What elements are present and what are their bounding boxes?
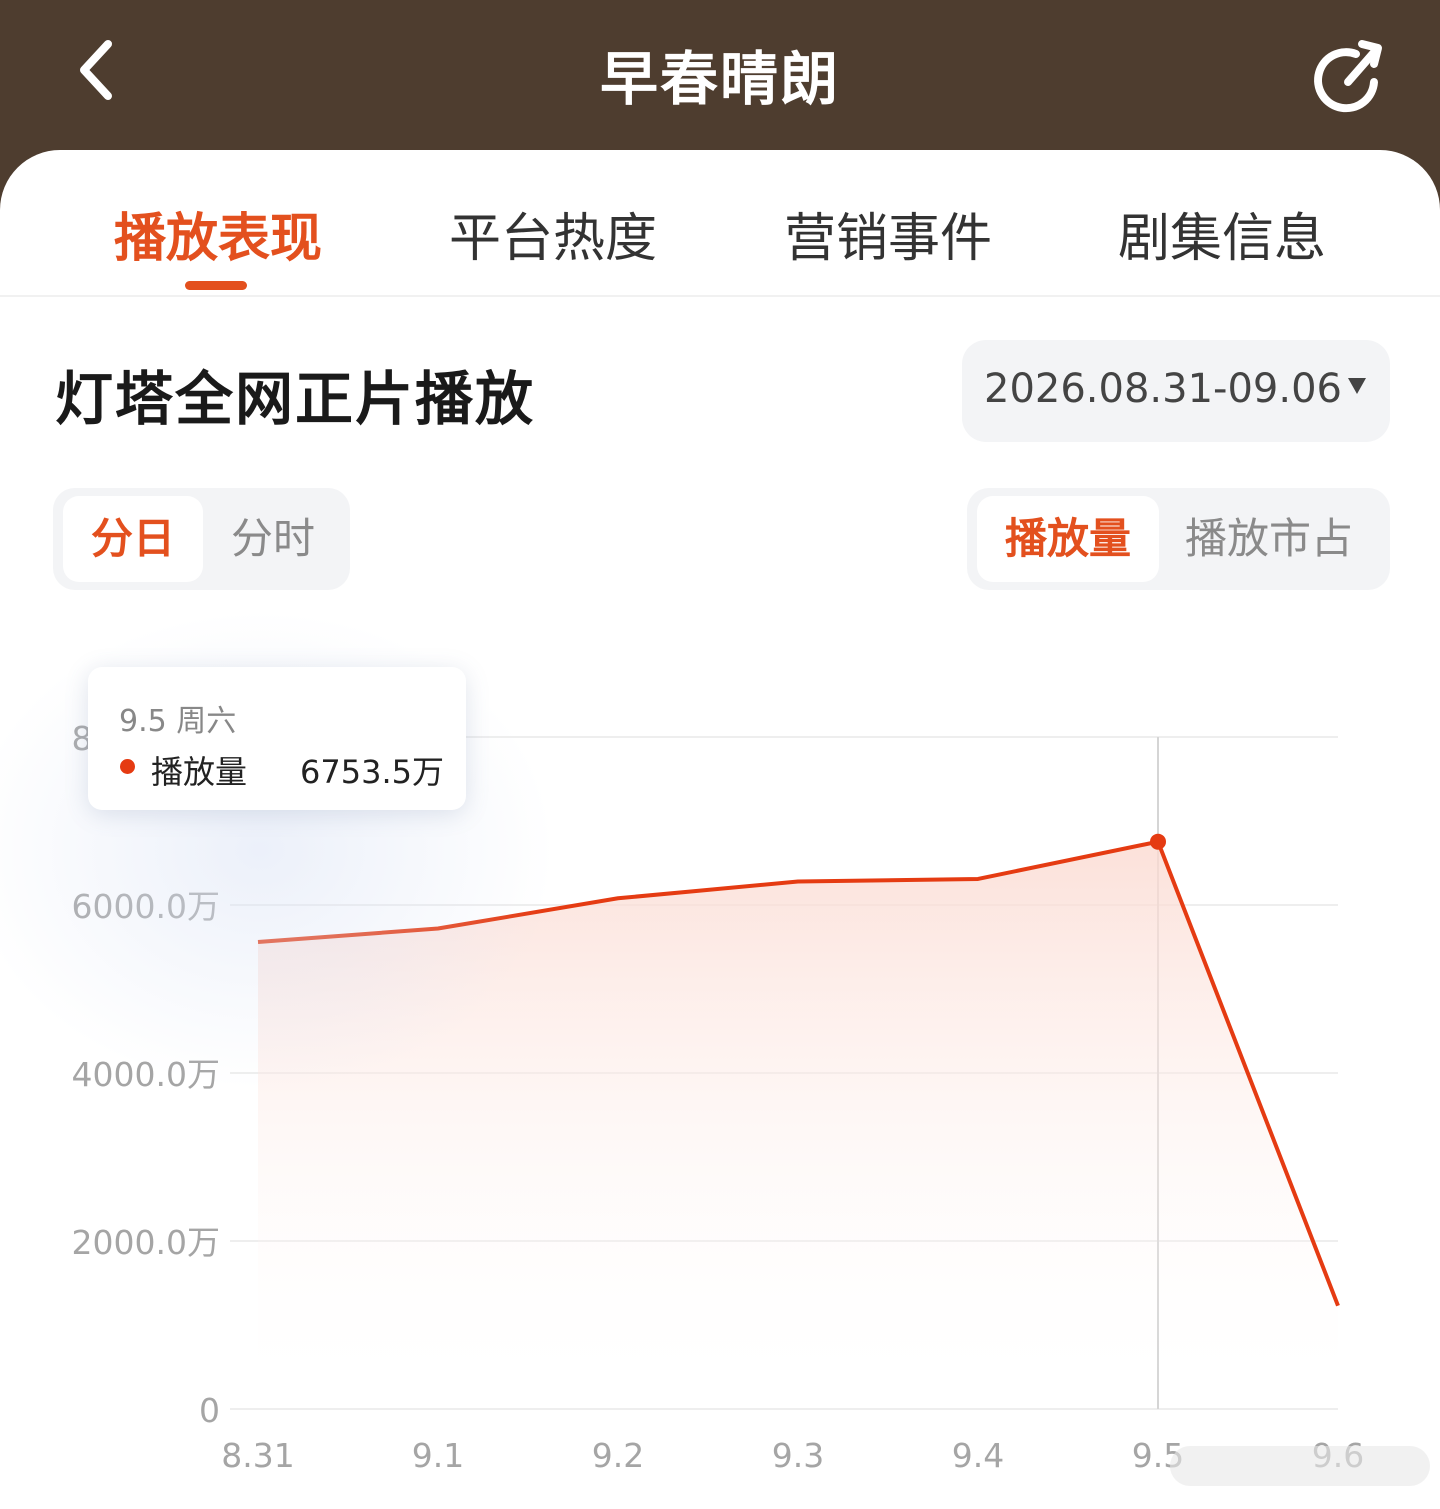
content-card: 播放表现 平台热度 营销事件 剧集信息 灯塔全网正片播放 2026.08.31-… (0, 150, 1440, 1509)
top-bar: 早春晴朗 (0, 0, 1440, 150)
tooltip-date: 9.5 周六 (119, 704, 237, 739)
x-tick-label: 9.3 (772, 1436, 824, 1475)
refresh-icon (1314, 40, 1382, 113)
data-point (1150, 833, 1166, 850)
y-tick-label: 0 (199, 1391, 220, 1430)
tooltip-series-name: 播放量 (151, 753, 248, 791)
chart-tooltip: 9.5 周六 播放量 6753.5万 (88, 667, 466, 810)
x-tick-label: 9.1 (412, 1436, 464, 1475)
scroll-handle (1170, 1446, 1430, 1486)
refresh-button[interactable] (1300, 32, 1396, 128)
x-tick-label: 9.4 (952, 1436, 1004, 1475)
y-tick-label: 2000.0万 (72, 1223, 220, 1262)
series-dot-icon (120, 759, 135, 774)
tooltip-value: 6753.5万 (300, 753, 444, 791)
x-tick-label: 9.2 (592, 1436, 644, 1475)
page-title: 早春晴朗 (599, 45, 840, 113)
x-tick-label: 8.31 (221, 1436, 294, 1475)
